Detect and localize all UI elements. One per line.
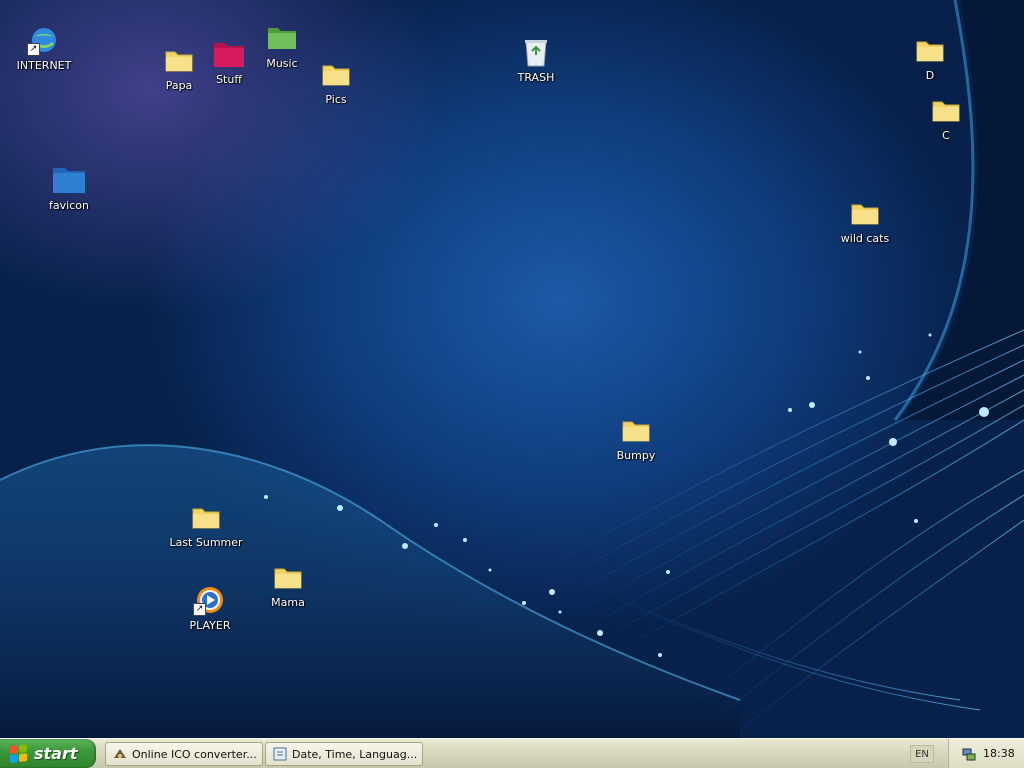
taskbar-button-label: Online ICO converter... bbox=[132, 747, 257, 761]
wallpaper-art bbox=[0, 0, 1024, 738]
browser-icon bbox=[112, 746, 128, 762]
folder-icon bbox=[52, 164, 86, 196]
folder-icon bbox=[265, 22, 299, 54]
desktop-icon-label: Bumpy bbox=[616, 449, 656, 462]
folder-icon bbox=[619, 414, 653, 446]
desktop-icon-label: PLAYER bbox=[189, 619, 231, 632]
desktop-icon-label: C bbox=[942, 129, 950, 142]
clock[interactable]: 18:38 bbox=[983, 747, 1015, 760]
desktop-icon-label: wild cats bbox=[840, 232, 890, 245]
desktop-icon-label: Last Summer bbox=[169, 536, 243, 549]
control-panel-icon bbox=[272, 746, 288, 762]
network-icon[interactable] bbox=[961, 746, 977, 762]
shortcut-arrow-icon: ↗ bbox=[27, 43, 40, 56]
desktop-icon-last-summer[interactable]: Last Summer bbox=[166, 501, 246, 549]
start-label: start bbox=[34, 744, 78, 763]
desktop-icon-bumpy[interactable]: Bumpy bbox=[596, 414, 676, 462]
desktop-icon-d[interactable]: D bbox=[890, 34, 970, 82]
desktop-icon-mama[interactable]: Mama bbox=[248, 561, 328, 609]
desktop-icon-label: Pics bbox=[325, 93, 347, 106]
desktop-icon-favicon[interactable]: favicon bbox=[29, 164, 109, 212]
shortcut-arrow-icon: ↗ bbox=[193, 603, 206, 616]
desktop-icon-label: INTERNET bbox=[16, 59, 72, 72]
desktop-icon-label: TRASH bbox=[517, 71, 555, 84]
desktop-icon-internet[interactable]: ↗ INTERNET bbox=[4, 24, 84, 72]
desktop-icon-trash[interactable]: TRASH bbox=[496, 36, 576, 84]
folder-icon bbox=[848, 197, 882, 229]
folder-icon bbox=[189, 501, 223, 533]
desktop-icon-player[interactable]: ↗ PLAYER bbox=[170, 584, 250, 632]
media-player-icon: ↗ bbox=[193, 584, 227, 616]
folder-icon bbox=[929, 94, 963, 126]
system-tray: 18:38 bbox=[948, 739, 1024, 768]
desktop-icon-wild-cats[interactable]: wild cats bbox=[825, 197, 905, 245]
start-button[interactable]: start bbox=[0, 739, 96, 768]
folder-icon bbox=[319, 58, 353, 90]
desktop-icon-pics[interactable]: Pics bbox=[296, 58, 376, 106]
desktop-icon-label: Stuff bbox=[216, 73, 242, 86]
taskbar-button-label: Date, Time, Languag... bbox=[292, 747, 418, 761]
folder-icon bbox=[212, 38, 246, 70]
desktop-icon-label: Music bbox=[266, 57, 298, 70]
desktop-icon-label: Mama bbox=[271, 596, 305, 609]
desktop[interactable]: ↗ INTERNET Papa Stuff Music Pics TRASH D… bbox=[0, 0, 1024, 738]
recycle-bin-icon bbox=[519, 36, 553, 68]
internet-explorer-icon: ↗ bbox=[27, 24, 61, 56]
folder-icon bbox=[271, 561, 305, 593]
taskbar: start Online ICO converter... Date, Time… bbox=[0, 738, 1024, 768]
desktop-icon-label: D bbox=[925, 69, 935, 82]
desktop-icon-c[interactable]: C bbox=[906, 94, 986, 142]
desktop-icon-label: favicon bbox=[49, 199, 89, 212]
windows-logo-icon bbox=[10, 743, 28, 764]
taskbar-button-ico-converter[interactable]: Online ICO converter... bbox=[105, 742, 263, 766]
language-indicator[interactable]: EN bbox=[910, 745, 934, 763]
folder-icon bbox=[913, 34, 947, 66]
taskbar-button-date-time[interactable]: Date, Time, Languag... bbox=[265, 742, 423, 766]
